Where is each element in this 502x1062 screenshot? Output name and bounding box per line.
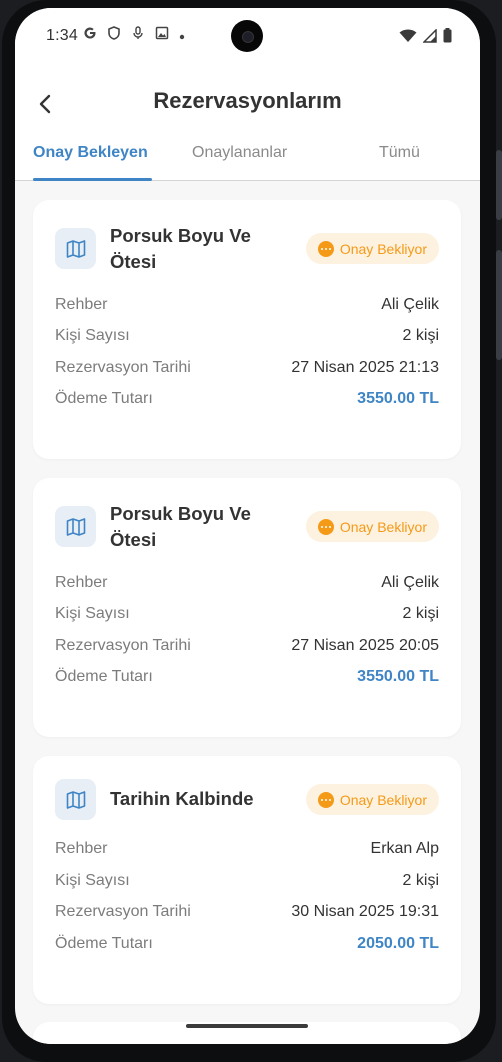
status-badge: Onay Bekliyor xyxy=(305,784,439,815)
guide-label: Rehber xyxy=(55,840,108,857)
reservation-list[interactable]: Porsuk Boyu Ve Ötesi Onay Bekliyor Rehbe… xyxy=(15,181,480,1044)
people-value: 2 kişi xyxy=(402,872,439,889)
signal-icon xyxy=(422,27,437,48)
page-title: Rezervasyonlarım xyxy=(153,88,342,113)
people-value: 2 kişi xyxy=(402,327,439,344)
volume-button xyxy=(496,150,502,220)
payment-label: Ödeme Tutarı xyxy=(55,935,153,952)
payment-value: 3550.00 TL xyxy=(357,390,439,407)
guide-row: Rehber Ali Çelik xyxy=(55,572,439,594)
tour-title: Porsuk Boyu Ve Ötesi xyxy=(110,503,251,550)
pending-icon xyxy=(317,791,334,808)
home-indicator[interactable] xyxy=(186,1024,308,1028)
google-icon xyxy=(83,26,97,43)
date-row: Rezervasyon Tarihi 27 Nisan 2025 21:13 xyxy=(55,357,439,379)
tour-title: Porsuk Boyu Ve Ötesi xyxy=(110,225,251,272)
status-badge: Onay Bekliyor xyxy=(305,511,439,542)
guide-row: Rehber Ali Çelik xyxy=(55,294,439,316)
guide-value: Ali Çelik xyxy=(381,574,439,591)
people-row: Kişi Sayısı 2 kişi xyxy=(55,603,439,625)
shield-icon xyxy=(107,26,121,43)
status-bar: 1:34 xyxy=(15,8,480,64)
photo-icon xyxy=(155,26,169,43)
phone-bezel: 1:34 Rezervasyonlarım Onay Bekleyen Onay… xyxy=(2,0,496,1062)
status-label: Onay Bekliyor xyxy=(339,240,427,257)
status-notification-icons xyxy=(83,26,185,43)
status-system-icons xyxy=(399,27,452,48)
mic-icon xyxy=(131,26,145,43)
tab-pending[interactable]: Onay Bekleyen xyxy=(33,144,152,180)
pending-icon xyxy=(317,240,334,257)
people-row: Kişi Sayısı 2 kişi xyxy=(55,870,439,892)
reservation-card[interactable]: Tarihin Kalbinde Onay Bekliyor Rehber Er… xyxy=(33,756,461,1004)
payment-row: Ödeme Tutarı 2050.00 TL xyxy=(55,933,439,955)
tour-title: Tarihin Kalbinde xyxy=(110,788,254,809)
payment-value: 3550.00 TL xyxy=(357,668,439,685)
reservation-card[interactable]: Porsuk Boyu Ve Ötesi Onay Bekliyor Rehbe… xyxy=(33,200,461,459)
guide-label: Rehber xyxy=(55,296,108,313)
people-label: Kişi Sayısı xyxy=(55,872,130,889)
date-label: Rezervasyon Tarihi xyxy=(55,637,191,654)
payment-row: Ödeme Tutarı 3550.00 TL xyxy=(55,388,439,410)
status-label: Onay Bekliyor xyxy=(339,518,427,535)
status-time: 1:34 xyxy=(46,27,78,44)
tab-approved[interactable]: Onaylananlar xyxy=(192,144,312,180)
people-row: Kişi Sayısı 2 kişi xyxy=(55,325,439,347)
payment-value: 2050.00 TL xyxy=(357,935,439,952)
guide-value: Ali Çelik xyxy=(381,296,439,313)
dot-icon xyxy=(179,27,185,43)
payment-row: Ödeme Tutarı 3550.00 TL xyxy=(55,666,439,688)
date-label: Rezervasyon Tarihi xyxy=(55,903,191,920)
pending-icon xyxy=(317,518,334,535)
app-header: Rezervasyonlarım Onay Bekleyen Onaylanan… xyxy=(15,64,480,181)
payment-label: Ödeme Tutarı xyxy=(55,390,153,407)
guide-value: Erkan Alp xyxy=(370,840,439,857)
front-camera xyxy=(231,20,263,52)
map-icon xyxy=(55,228,96,269)
battery-icon xyxy=(443,28,452,48)
status-label: Onay Bekliyor xyxy=(339,791,427,808)
status-badge: Onay Bekliyor xyxy=(305,233,439,264)
date-value: 27 Nisan 2025 21:13 xyxy=(291,359,439,376)
people-label: Kişi Sayısı xyxy=(55,605,130,622)
power-button xyxy=(496,250,502,360)
tab-all[interactable]: Tümü xyxy=(379,144,439,180)
map-icon xyxy=(55,779,96,820)
reservation-card[interactable]: Porsuk Boyu Ve Ötesi Onay Bekliyor Rehbe… xyxy=(33,478,461,737)
screen: 1:34 Rezervasyonlarım Onay Bekleyen Onay… xyxy=(15,8,480,1044)
date-value: 30 Nisan 2025 19:31 xyxy=(291,903,439,920)
date-label: Rezervasyon Tarihi xyxy=(55,359,191,376)
guide-row: Rehber Erkan Alp xyxy=(55,838,439,860)
date-value: 27 Nisan 2025 20:05 xyxy=(291,637,439,654)
date-row: Rezervasyon Tarihi 27 Nisan 2025 20:05 xyxy=(55,635,439,657)
device-frame: 1:34 Rezervasyonlarım Onay Bekleyen Onay… xyxy=(0,0,502,1062)
guide-label: Rehber xyxy=(55,574,108,591)
tab-bar: Onay Bekleyen Onaylananlar Tümü xyxy=(15,136,480,181)
map-icon xyxy=(55,506,96,547)
people-label: Kişi Sayısı xyxy=(55,327,130,344)
people-value: 2 kişi xyxy=(402,605,439,622)
wifi-icon xyxy=(399,29,417,48)
payment-label: Ödeme Tutarı xyxy=(55,668,153,685)
date-row: Rezervasyon Tarihi 30 Nisan 2025 19:31 xyxy=(55,901,439,923)
